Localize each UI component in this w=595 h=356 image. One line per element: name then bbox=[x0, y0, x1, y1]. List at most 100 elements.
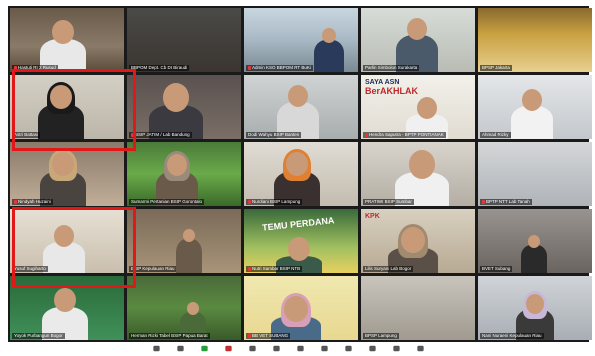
participant-name: BSIP Kepulauan Riau bbox=[129, 266, 177, 272]
participant-tile[interactable]: Sumarmi Pertanian BSIP Gorontalo bbox=[127, 142, 241, 206]
participant-name-text: Nani Nuraeni Kepulauan Riau bbox=[482, 333, 542, 338]
reactions-icon[interactable] bbox=[248, 344, 257, 353]
participant-name: Ahmad Rizky bbox=[480, 132, 511, 138]
participant-grid: Hastuti RI 2 Rusud BBPOM Dept. Cb DI Bira… bbox=[10, 8, 592, 340]
participant-face bbox=[167, 154, 187, 176]
participant-tile[interactable]: Astri Battasi bbox=[10, 75, 124, 139]
participant-tile[interactable]: KPK Lilis Suryani Lab Bogor bbox=[361, 209, 475, 273]
participant-face bbox=[50, 85, 72, 110]
muted-mic-icon bbox=[14, 66, 17, 70]
participant-face bbox=[163, 83, 189, 112]
whiteboard-icon[interactable] bbox=[296, 344, 305, 353]
participant-name-text: Yoyok Purbangun Bogor bbox=[14, 333, 63, 338]
participant-tile[interactable]: PRATIWI BSIP Sumbar bbox=[361, 142, 475, 206]
participant-name-text: Lilis Suryani Lab Bogor bbox=[365, 266, 412, 271]
participant-tile[interactable]: BPSP Jakarta bbox=[478, 8, 592, 72]
participant-name-text: Nurdiani BSIP Lampung bbox=[252, 199, 301, 204]
participant-name-text: Ahmad Rizky bbox=[482, 132, 509, 137]
video-feed bbox=[127, 8, 241, 72]
share-screen-icon[interactable] bbox=[200, 344, 209, 353]
caption-icon[interactable] bbox=[368, 344, 377, 353]
participant-tile[interactable]: Herman Rizki Tabel BSIP Papua Barat bbox=[127, 276, 241, 340]
record-icon[interactable] bbox=[224, 344, 233, 353]
participant-name-text: BPTP NTT Lab Tanah bbox=[486, 199, 530, 204]
participant-tile[interactable]: SAYA ASN BerAKHLAK Hendra Saputra - BPTP P… bbox=[361, 75, 475, 139]
participants-icon[interactable] bbox=[152, 344, 161, 353]
participant-body bbox=[314, 39, 344, 72]
participant-name: Hastuti RI 2 Rusud bbox=[12, 65, 58, 71]
participant-tile[interactable]: BPTP NTT Lab Tanah bbox=[478, 142, 592, 206]
participant-name-text: BPSP Jakarta bbox=[482, 65, 510, 70]
banner-line-2: BerAKHLAK bbox=[365, 86, 419, 96]
participant-tile[interactable]: Ahmad Rizky bbox=[478, 75, 592, 139]
participant-name-text: Hastuti RI 2 Rusud bbox=[18, 65, 56, 70]
participant-name: Herman Rizki Tabel BSIP Papua Barat bbox=[129, 333, 210, 339]
participant-face bbox=[54, 288, 76, 313]
video-feed bbox=[478, 8, 592, 72]
participant-tile[interactable]: BB VET SUBANG bbox=[244, 276, 358, 340]
participant-tile[interactable]: Dodi Wahyu BSIP Banten bbox=[244, 75, 358, 139]
banner-line-1: SAYA ASN bbox=[365, 79, 400, 86]
participant-tile[interactable]: Yoyok Purbangun Bogor bbox=[10, 276, 124, 340]
participant-name: Dodi Wahyu BSIP Banten bbox=[246, 132, 302, 138]
participant-body bbox=[176, 239, 202, 273]
more-icon[interactable] bbox=[320, 344, 329, 353]
participant-tile[interactable]: Parlin Simbolon Surakarta bbox=[361, 8, 475, 72]
participant-name: Admin KSO BBPOM RT BuKi bbox=[246, 65, 313, 71]
participant-name: BBPOM Dept. Cb DI Biraudi bbox=[129, 65, 190, 71]
participant-name-text: BVET Subang bbox=[482, 266, 511, 271]
participant-tile[interactable]: Nani Nuraeni Kepulauan Riau bbox=[478, 276, 592, 340]
participant-face bbox=[417, 97, 437, 119]
video-feed bbox=[361, 276, 475, 340]
participant-name-text: BBPOM Dept. Cb DI Biraudi bbox=[131, 65, 188, 70]
participant-name-text: Sumarmi Pertanian BSIP Gorontalo bbox=[131, 199, 202, 204]
participant-name: BB VET SUBANG bbox=[246, 333, 291, 339]
end-icon[interactable] bbox=[416, 344, 425, 353]
participant-tile[interactable]: Nindyah Huzaini bbox=[10, 142, 124, 206]
participant-name-text: Nutri Sambar BSIP NTB bbox=[252, 266, 301, 271]
participant-tile[interactable]: Yusuf Sugiharto bbox=[10, 209, 124, 273]
participant-name-text: Parlin Simbolon Surakarta bbox=[365, 65, 418, 70]
participant-face bbox=[52, 152, 74, 177]
participant-name-text: BSIP JATIM / Lab Bandung bbox=[135, 132, 190, 137]
participant-name: BPTP NTT Lab Tanah bbox=[480, 199, 532, 205]
muted-mic-icon bbox=[14, 200, 17, 204]
participant-name-text: BSIP Kepulauan Riau bbox=[131, 266, 175, 271]
participant-face bbox=[288, 85, 308, 107]
participant-face bbox=[286, 152, 308, 177]
muted-mic-icon bbox=[365, 133, 368, 137]
muted-mic-icon bbox=[248, 66, 251, 70]
muted-mic-icon bbox=[248, 200, 251, 204]
participant-face bbox=[409, 150, 435, 179]
notes-icon[interactable] bbox=[344, 344, 353, 353]
participant-body bbox=[521, 245, 547, 273]
participant-tile[interactable]: BSIP JATIM / Lab Bandung bbox=[127, 75, 241, 139]
video-feed bbox=[478, 142, 592, 206]
participant-tile[interactable]: BBPOM Dept. Cb DI Biraudi bbox=[127, 8, 241, 72]
participant-name-text: Dodi Wahyu BSIP Banten bbox=[248, 132, 300, 137]
muted-mic-icon bbox=[131, 133, 134, 137]
settings-icon[interactable] bbox=[392, 344, 401, 353]
participant-name: Sumarmi Pertanian BSIP Gorontalo bbox=[129, 199, 204, 205]
participant-name: Nurdiani BSIP Lampung bbox=[246, 199, 303, 205]
participant-tile[interactable]: Nurdiani BSIP Lampung bbox=[244, 142, 358, 206]
participant-tile[interactable]: TEMU PERDANA Nutri Sambar BSIP NTB bbox=[244, 209, 358, 273]
participant-tile[interactable]: BPSP Lampung bbox=[361, 276, 475, 340]
participant-name-text: BPSP Lampung bbox=[365, 333, 397, 338]
participant-name: BSIP JATIM / Lab Bandung bbox=[129, 132, 192, 138]
participant-name: Parlin Simbolon Surakarta bbox=[363, 65, 420, 71]
participant-name-text: Admin KSO BBPOM RT BuKi bbox=[252, 65, 311, 70]
participant-tile[interactable]: Hastuti RI 2 Rusud bbox=[10, 8, 124, 72]
participant-face bbox=[54, 225, 74, 247]
participant-face bbox=[526, 294, 544, 314]
participant-tile[interactable]: BSIP Kepulauan Riau bbox=[127, 209, 241, 273]
chat-icon[interactable] bbox=[176, 344, 185, 353]
participant-name-text: Astri Battasi bbox=[14, 132, 39, 137]
participant-tile[interactable]: BVET Subang bbox=[478, 209, 592, 273]
participant-name: BPSP Lampung bbox=[363, 333, 399, 339]
saya-asn-banner: SAYA ASN BerAKHLAK bbox=[365, 79, 418, 96]
apps-icon[interactable] bbox=[272, 344, 281, 353]
participant-name-text: Herman Rizki Tabel BSIP Papua Barat bbox=[131, 333, 208, 338]
participant-name: BVET Subang bbox=[480, 266, 513, 272]
participant-tile[interactable]: Admin KSO BBPOM RT BuKi bbox=[244, 8, 358, 72]
